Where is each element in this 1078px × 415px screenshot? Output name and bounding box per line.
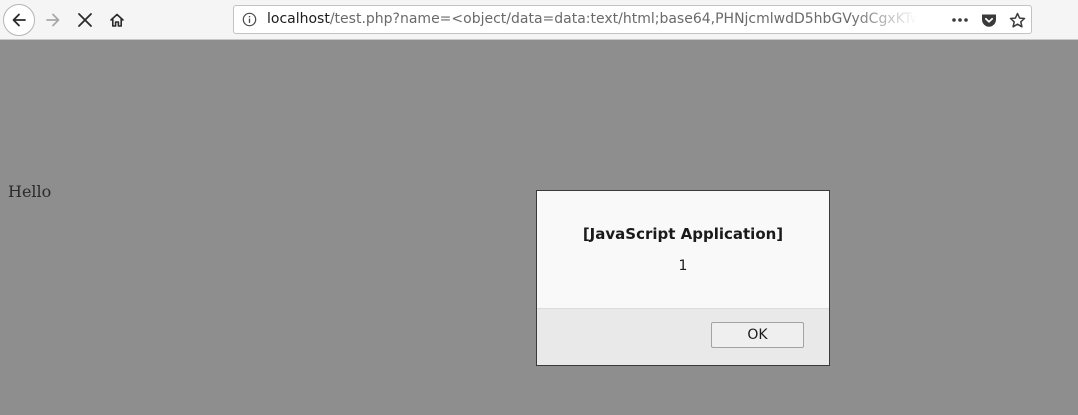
pocket-icon [982,14,996,27]
info-icon[interactable] [242,12,257,27]
back-button[interactable] [3,4,35,36]
pocket-button[interactable] [979,10,999,30]
home-icon [110,13,124,27]
bookmark-button[interactable] [1007,10,1027,30]
home-button[interactable] [101,4,133,36]
page-text: Hello [8,182,52,201]
star-icon [1009,12,1025,28]
url-text[interactable]: localhost/test.php?name=<object/data=dat… [267,6,917,33]
stop-button[interactable] [69,4,101,36]
forward-button[interactable] [37,4,69,36]
more-actions-icon [952,18,968,22]
url-bar[interactable]: localhost/test.php?name=<object/data=dat… [233,5,1032,34]
url-host: localhost [267,11,330,27]
dialog-title: [JavaScript Application] [582,225,784,243]
browser-toolbar: localhost/test.php?name=<object/data=dat… [0,0,1078,40]
ok-button[interactable]: OK [711,322,804,348]
dialog-message: 1 [678,258,688,274]
forward-arrow-icon [46,13,60,27]
stop-icon [78,13,92,27]
more-actions-button[interactable] [950,10,970,30]
back-arrow-icon [12,13,26,27]
url-path: /test.php?name=<object/data=data:text/ht… [329,11,917,27]
alert-dialog: [JavaScript Application] 1 OK [536,190,830,366]
dialog-footer: OK [537,308,829,365]
